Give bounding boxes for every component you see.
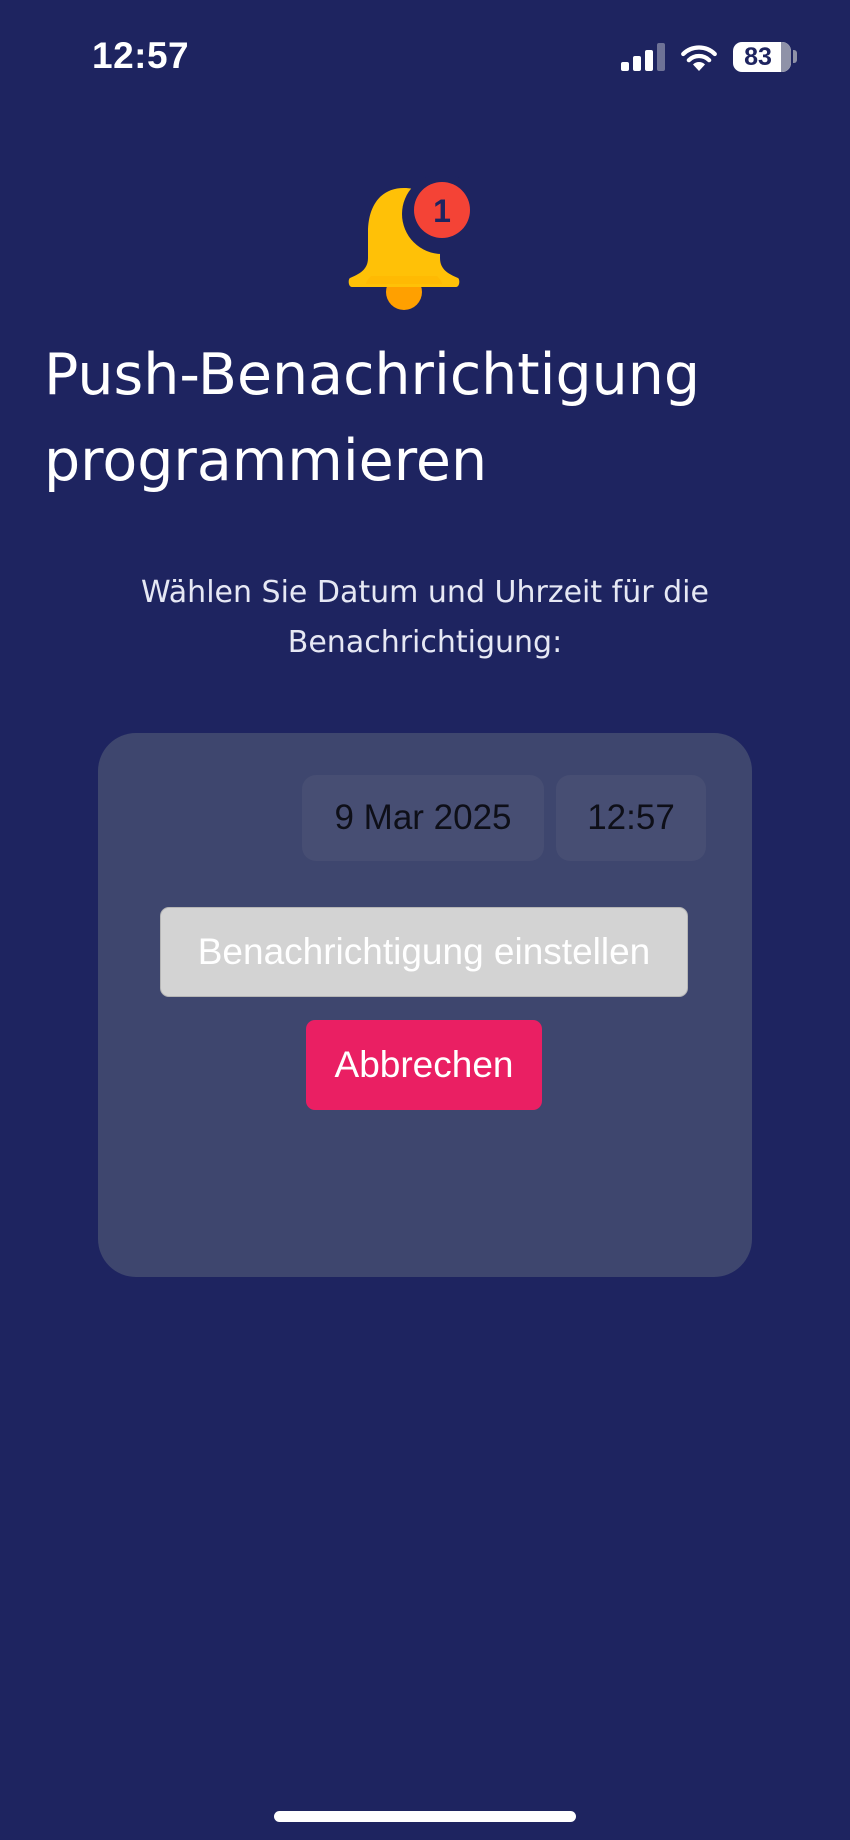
instruction-text: Wählen Sie Datum und Uhrzeit für die Ben… [141,575,709,660]
status-time: 12:57 [92,35,190,76]
time-picker[interactable]: 12:57 [556,775,706,861]
battery-nub [793,50,797,63]
wifi-icon [680,42,718,72]
date-picker[interactable]: 9 Mar 2025 [302,775,544,861]
battery-level: 83 [744,43,772,71]
battery-icon: 83 [733,42,791,72]
cancel-button[interactable]: Abbrechen [306,1020,542,1110]
set-notification-button[interactable]: Benachrichtigung einstellen [160,907,688,997]
page-title: Push-Benachrichtigung programmieren [44,342,701,494]
home-indicator[interactable] [274,1811,576,1822]
cellular-signal-icon [621,43,665,71]
badge-count: 1 [433,193,451,229]
notification-bell-icon: 1 [346,174,482,314]
notification-badge: 1 [414,182,470,238]
scheduler-card: 9 Mar 2025 12:57 Benachrichtigung einste… [98,733,752,1277]
